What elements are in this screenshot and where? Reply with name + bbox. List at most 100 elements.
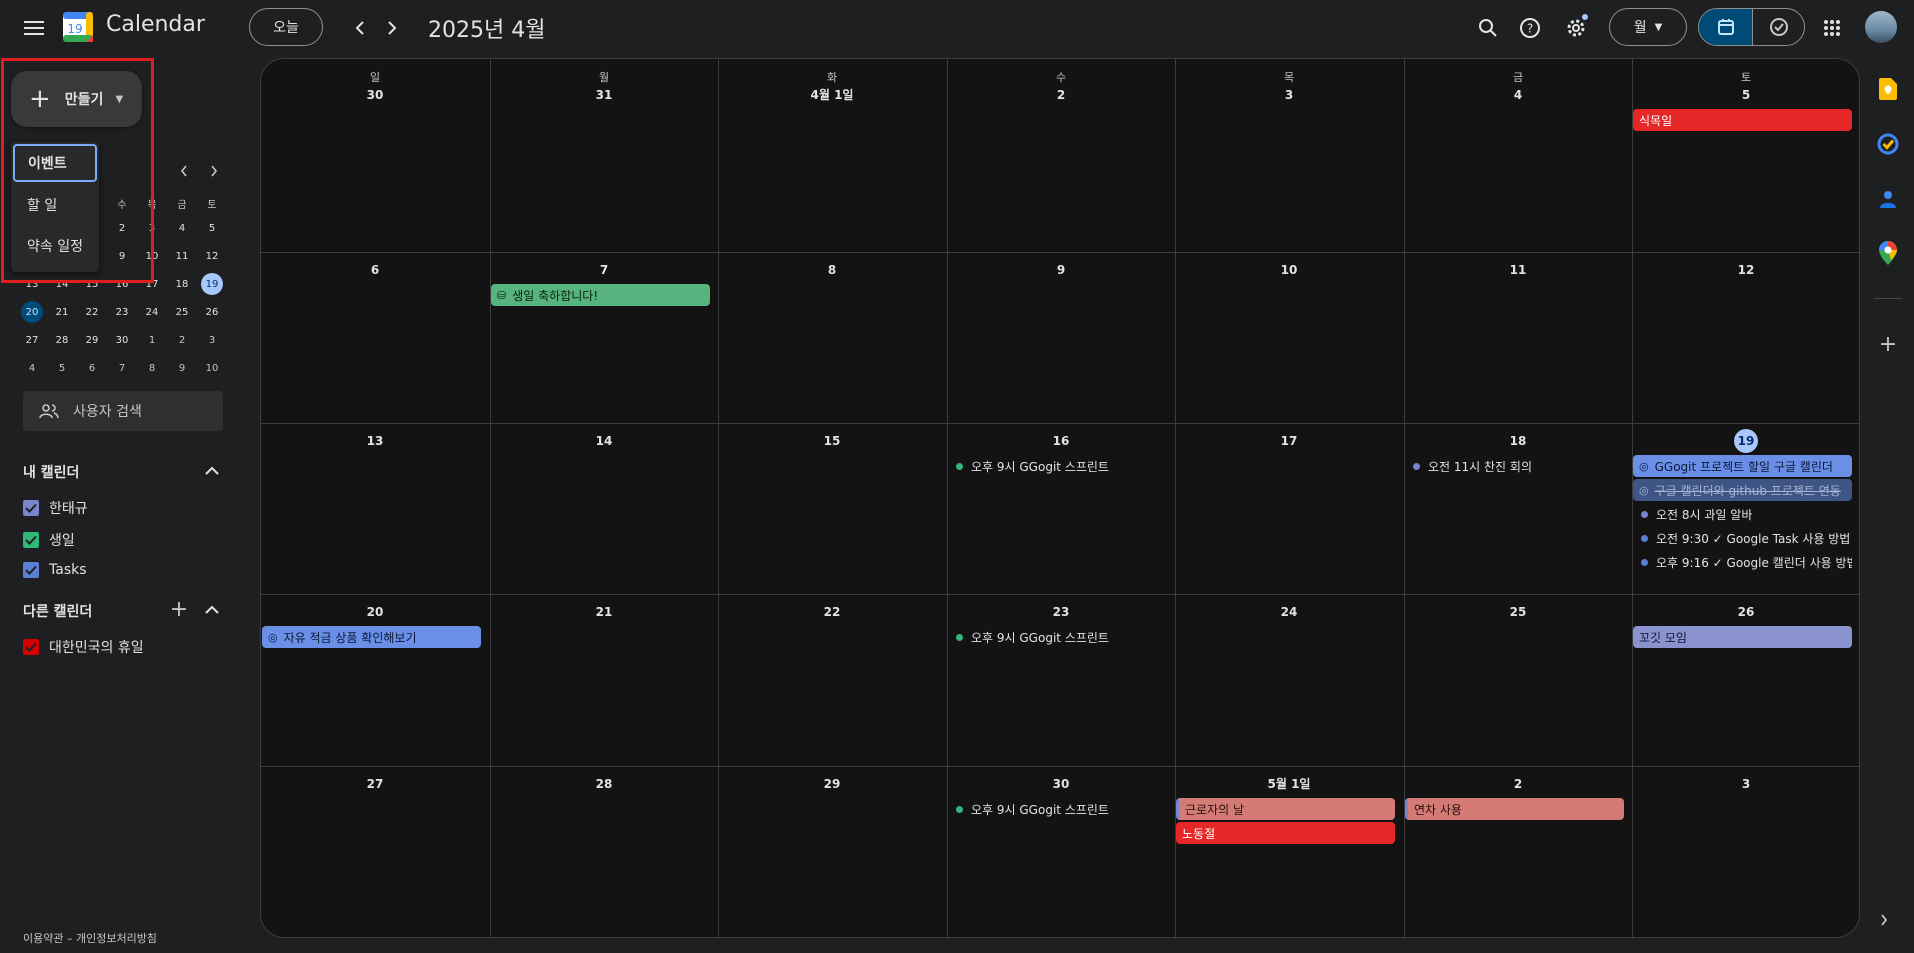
settings-button[interactable]: [1556, 8, 1596, 48]
my-calendars-header[interactable]: 내 캘린더: [23, 462, 79, 482]
day-number[interactable]: 31: [490, 83, 718, 107]
day-number[interactable]: 23: [947, 600, 1175, 624]
mini-calendar-day[interactable]: 5: [47, 354, 77, 382]
day-number[interactable]: 2: [1404, 772, 1632, 796]
create-button[interactable]: + 만들기 ▼: [11, 71, 142, 127]
day-number[interactable]: 30: [261, 83, 489, 107]
mini-calendar-day[interactable]: 21: [47, 298, 77, 326]
day-number[interactable]: 10: [1175, 258, 1403, 282]
day-number[interactable]: 14: [490, 429, 718, 453]
all-day-event-chip[interactable]: 식목일: [1633, 109, 1852, 131]
day-number[interactable]: 3: [1175, 83, 1403, 107]
all-day-event-chip[interactable]: 노동절: [1176, 822, 1395, 844]
mini-calendar-next-button[interactable]: [203, 160, 225, 182]
mini-calendar-day[interactable]: 19: [197, 270, 227, 298]
next-month-button[interactable]: [374, 10, 410, 46]
search-button[interactable]: [1468, 8, 1508, 48]
people-search-field[interactable]: 사용자 검색: [23, 391, 223, 431]
all-day-event-chip[interactable]: ◎ 자유 적금 상품 확인해보기: [262, 626, 481, 648]
create-menu-appointment[interactable]: 약속 일정: [11, 227, 99, 265]
all-day-event-chip[interactable]: ◎ GGogit 프로젝트 할일 구글 캘린더: [1633, 455, 1852, 477]
calendar-list-item[interactable]: 생일: [23, 530, 75, 550]
mini-calendar-day[interactable]: 25: [167, 298, 197, 326]
day-number[interactable]: 6: [261, 258, 489, 282]
day-number[interactable]: 4월 1일: [718, 83, 946, 107]
mini-calendar-day[interactable]: 7: [107, 354, 137, 382]
keep-icon[interactable]: [1876, 77, 1900, 101]
mini-calendar-day[interactable]: 3: [197, 326, 227, 354]
mini-calendar-day[interactable]: 5: [197, 214, 227, 242]
mini-calendar-day[interactable]: 12: [197, 242, 227, 270]
calendar-view-toggle[interactable]: [1699, 9, 1752, 45]
collapse-my-calendars-button[interactable]: [201, 459, 223, 481]
day-number[interactable]: 3: [1632, 772, 1859, 796]
mini-calendar-day[interactable]: 28: [47, 326, 77, 354]
add-other-calendar-button[interactable]: +: [168, 597, 190, 622]
day-number[interactable]: 15: [718, 429, 946, 453]
day-number[interactable]: 13: [261, 429, 489, 453]
day-number[interactable]: 20: [261, 600, 489, 624]
maps-icon[interactable]: [1876, 241, 1900, 265]
calendar-list-item[interactable]: Tasks: [23, 562, 87, 578]
mini-calendar-day[interactable]: 11: [167, 242, 197, 270]
timed-event-chip[interactable]: 오전 8시 과일 알바: [1633, 503, 1852, 525]
day-number[interactable]: 2: [947, 83, 1175, 107]
day-number[interactable]: 9: [947, 258, 1175, 282]
mini-calendar-day[interactable]: 30: [107, 326, 137, 354]
day-number[interactable]: 22: [718, 600, 946, 624]
day-number[interactable]: 18: [1404, 429, 1632, 453]
mini-calendar-day[interactable]: 27: [17, 326, 47, 354]
checkbox-checked-icon[interactable]: [23, 639, 39, 655]
checkbox-checked-icon[interactable]: [23, 500, 39, 516]
collapse-other-calendars-button[interactable]: [201, 598, 223, 620]
day-number[interactable]: 5: [1632, 83, 1859, 107]
mini-calendar-day[interactable]: 24: [137, 298, 167, 326]
calendar-list-item[interactable]: 한태규: [23, 498, 88, 518]
day-number[interactable]: 8: [718, 258, 946, 282]
tasks-view-toggle[interactable]: [1752, 9, 1804, 45]
mini-calendar-day[interactable]: 8: [137, 354, 167, 382]
day-number[interactable]: 27: [261, 772, 489, 796]
all-day-event-chip[interactable]: 연차 사용: [1405, 798, 1624, 820]
mini-calendar-day[interactable]: 14: [47, 270, 77, 298]
day-number[interactable]: 28: [490, 772, 718, 796]
timed-event-chip[interactable]: 오후 9:16 ✓ Google 캘린더 사용 방법: [1633, 551, 1852, 573]
today-button[interactable]: 오늘: [249, 8, 323, 46]
day-number[interactable]: 12: [1632, 258, 1859, 282]
all-day-event-chip[interactable]: 근로자의 날: [1176, 798, 1395, 820]
mini-calendar-day[interactable]: 10: [137, 242, 167, 270]
other-calendars-header[interactable]: 다른 캘린더: [23, 601, 92, 621]
checkbox-checked-icon[interactable]: [23, 532, 39, 548]
mini-calendar-day[interactable]: 10: [197, 354, 227, 382]
previous-month-button[interactable]: [342, 10, 378, 46]
mini-calendar-day[interactable]: 9: [167, 354, 197, 382]
calendar-logo-icon[interactable]: 19: [62, 11, 94, 43]
timed-event-chip[interactable]: 오전 9:30 ✓ Google Task 사용 방법: [1633, 527, 1852, 549]
mini-calendar-day[interactable]: 17: [137, 270, 167, 298]
day-number[interactable]: 25: [1404, 600, 1632, 624]
mini-calendar-day[interactable]: 9: [107, 242, 137, 270]
google-apps-button[interactable]: [1812, 8, 1852, 48]
day-number[interactable]: 24: [1175, 600, 1403, 624]
mini-calendar-day[interactable]: 18: [167, 270, 197, 298]
mini-calendar-day[interactable]: 13: [17, 270, 47, 298]
mini-calendar-day[interactable]: 2: [107, 214, 137, 242]
day-number[interactable]: 21: [490, 600, 718, 624]
add-addon-button[interactable]: +: [1876, 332, 1900, 357]
help-button[interactable]: ?: [1510, 8, 1550, 48]
day-number[interactable]: 5월 1일: [1175, 772, 1403, 796]
mini-calendar-day[interactable]: 4: [17, 354, 47, 382]
main-menu-button[interactable]: [14, 8, 54, 48]
mini-calendar-day[interactable]: 29: [77, 326, 107, 354]
day-number[interactable]: 30: [947, 772, 1175, 796]
mini-calendar-prev-button[interactable]: [173, 160, 195, 182]
day-number[interactable]: 16: [947, 429, 1175, 453]
expand-side-panel-button[interactable]: [1880, 914, 1888, 930]
footer-links[interactable]: 이용약관 – 개인정보처리방침: [23, 930, 157, 946]
account-avatar[interactable]: [1865, 11, 1897, 43]
mini-calendar-day[interactable]: 4: [167, 214, 197, 242]
day-number[interactable]: 17: [1175, 429, 1403, 453]
calendar-list-item[interactable]: 대한민국의 휴일: [23, 637, 144, 657]
mini-calendar-day[interactable]: 16: [107, 270, 137, 298]
day-number[interactable]: 7: [490, 258, 718, 282]
